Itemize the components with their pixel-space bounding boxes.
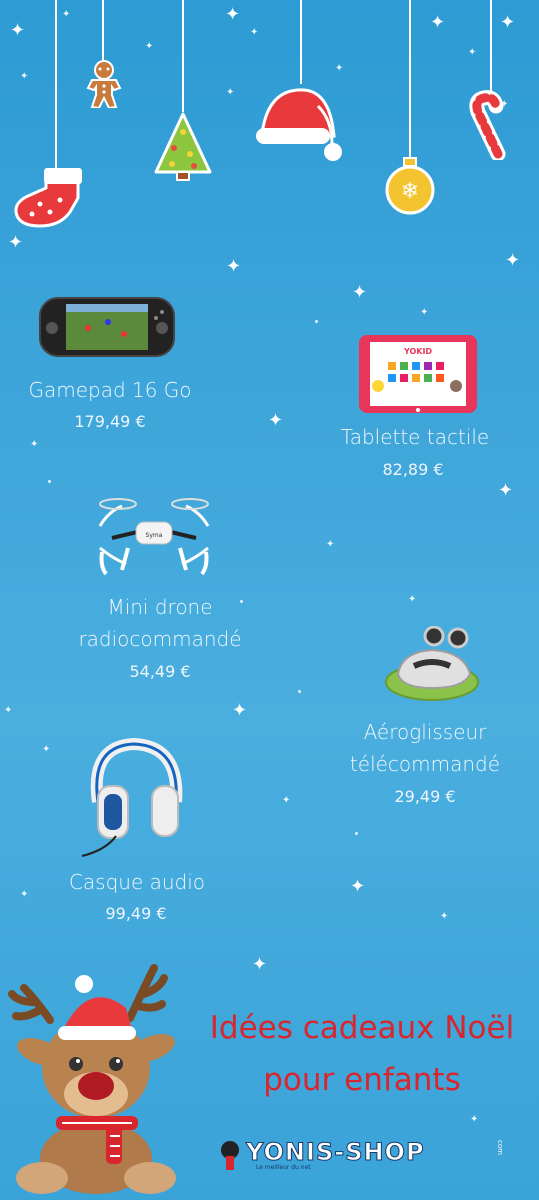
- logo-text: YONIS-SHOP: [245, 1138, 425, 1166]
- candy-cane-ornament-icon: [456, 90, 512, 164]
- headline-line2: pour enfants: [263, 1062, 461, 1098]
- hovercraft-icon: [384, 625, 484, 710]
- product-price-headphones: 99,49 €: [105, 904, 167, 923]
- product-price-tablet: 82,89 €: [382, 460, 444, 479]
- reindeer-icon: [4, 948, 196, 1200]
- logo-tagline: Le meilleur du net: [256, 1164, 311, 1171]
- product-name-headphones: Casque audio: [68, 870, 206, 894]
- product-name-drone-line2: radiocommandé: [78, 627, 242, 651]
- bauble-ornament-icon: ❄: [384, 156, 436, 220]
- headline-line1: Idées cadeaux Noël: [209, 1010, 515, 1046]
- headphones-icon: [76, 736, 188, 864]
- infographic-canvas: ✦ ✦ ✦ ✦ ✦ ✦ ✦ ✦ ✦ ✦ ✦ ✦ ✦ ✦ ✦ ✦ ✦ ✦ ✦ ✦ …: [0, 0, 539, 1200]
- yonis-shop-logo[interactable]: YONIS-SHOP Le meilleur du net com: [216, 1136, 506, 1172]
- gamepad-tablet-icon: [38, 292, 176, 364]
- product-price-hovercraft: 29,49 €: [394, 787, 456, 806]
- product-price-gamepad: 179,49 €: [74, 412, 146, 431]
- christmas-tree-ornament-icon: [152, 110, 214, 186]
- logo-suffix: com: [496, 1140, 504, 1155]
- tablet-icon: YOKID: [358, 334, 478, 418]
- svg-text:❄: ❄: [401, 179, 419, 204]
- product-price-drone: 54,49 €: [129, 662, 191, 681]
- gingerbread-ornament-icon: [86, 60, 122, 112]
- product-name-hovercraft-line1: Aéroglisseur: [363, 720, 487, 744]
- stocking-ornament-icon: [10, 164, 85, 233]
- tablet-brand-label: YOKID: [403, 347, 432, 356]
- product-name-gamepad: Gamepad 16 Go: [28, 378, 192, 402]
- product-name-drone-line1: Mini drone: [107, 595, 213, 619]
- product-name-hovercraft-line2: télécommandé: [349, 752, 501, 776]
- drone-icon: Syma: [92, 492, 216, 582]
- santa-hat-ornament-icon: [252, 80, 347, 170]
- drone-brand-label: Syma: [146, 532, 163, 539]
- product-name-tablet: Tablette tactile: [340, 425, 490, 449]
